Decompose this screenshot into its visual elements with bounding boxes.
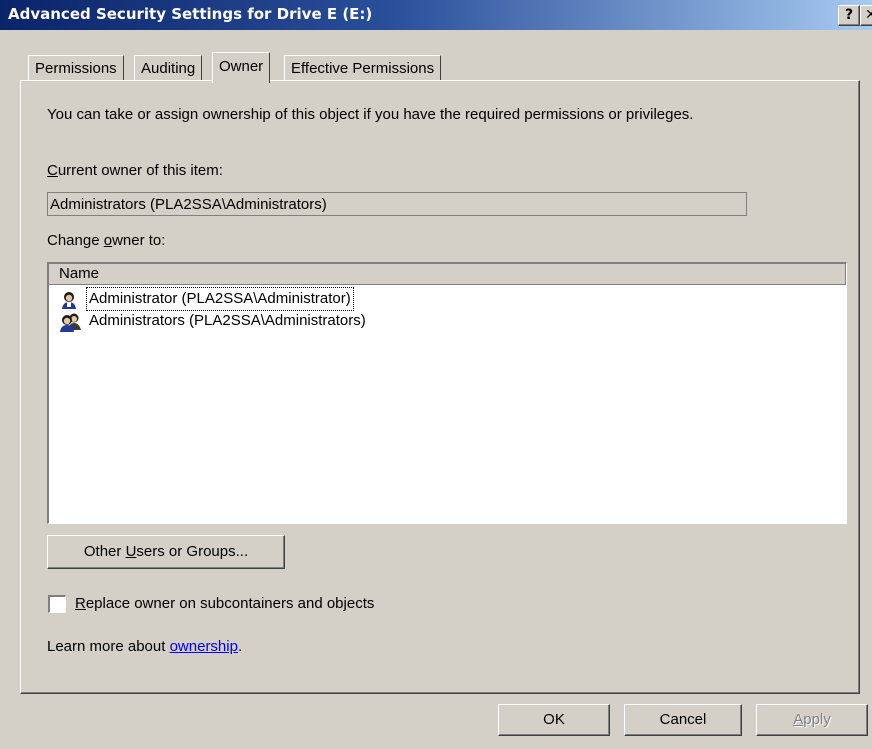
list-item[interactable]: Administrator (PLA2SSA\Administrator) bbox=[57, 287, 837, 311]
owner-description: You can take or assign ownership of this… bbox=[47, 106, 694, 123]
tab-auditing[interactable]: Auditing bbox=[134, 55, 203, 81]
list-item[interactable]: Administrators (PLA2SSA\Administrators) bbox=[57, 310, 837, 332]
list-item-label: Administrators (PLA2SSA\Administrators) bbox=[89, 312, 366, 329]
cancel-button[interactable]: Cancel bbox=[624, 704, 742, 736]
tab-effective-permissions[interactable]: Effective Permissions bbox=[284, 55, 442, 81]
replace-owner-label: Replace owner on subcontainers and objec… bbox=[75, 595, 375, 612]
change-owner-list[interactable]: Name Administrator (PLA2SSA\Administrato… bbox=[47, 262, 847, 524]
window-title: Advanced Security Settings for Drive E (… bbox=[8, 5, 373, 23]
ok-button[interactable]: OK bbox=[498, 704, 610, 736]
list-item-label: Administrator (PLA2SSA\Administrator) bbox=[86, 287, 354, 311]
change-owner-label: Change owner to: bbox=[47, 232, 166, 249]
column-header-name[interactable]: Name bbox=[49, 264, 846, 285]
tab-permissions[interactable]: Permissions bbox=[28, 55, 124, 81]
replace-owner-checkbox[interactable] bbox=[48, 595, 66, 613]
help-button[interactable]: ? bbox=[838, 5, 860, 26]
group-icon bbox=[59, 312, 83, 332]
user-icon bbox=[59, 290, 83, 310]
learn-more-text: Learn more about ownership. bbox=[47, 638, 243, 655]
other-users-or-groups-button[interactable]: Other Users or Groups... bbox=[47, 535, 285, 569]
ownership-link[interactable]: ownership bbox=[170, 638, 238, 655]
current-owner-field: Administrators (PLA2SSA\Administrators) bbox=[47, 192, 747, 216]
close-button[interactable]: ✕ bbox=[860, 5, 872, 26]
current-owner-label: Current owner of this item: bbox=[47, 162, 223, 179]
tab-owner[interactable]: Owner bbox=[212, 52, 271, 83]
apply-button[interactable]: Apply bbox=[756, 704, 868, 736]
title-bar[interactable]: Advanced Security Settings for Drive E (… bbox=[0, 0, 872, 30]
